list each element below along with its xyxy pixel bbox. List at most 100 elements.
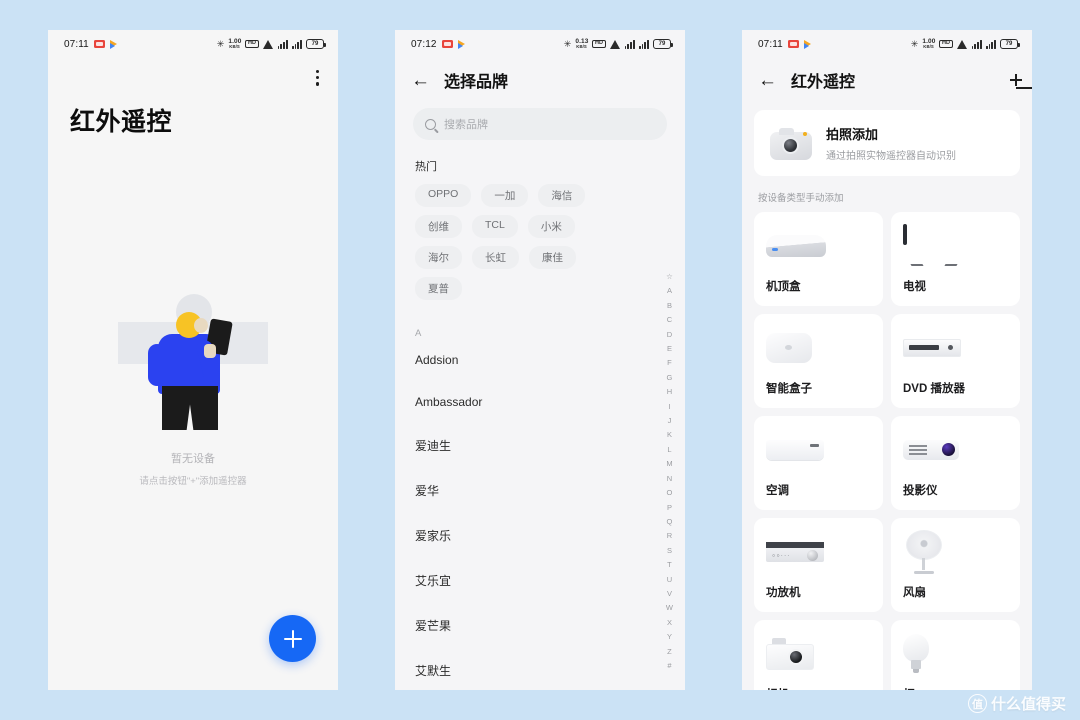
battery-indicator: 79 (653, 39, 673, 49)
play-store-icon (803, 40, 811, 49)
alpha-index-entry[interactable]: F (667, 356, 672, 370)
signal-icon-1 (624, 39, 635, 49)
device-tile-label: 机顶盒 (766, 281, 801, 293)
brand-section-header: A (415, 328, 422, 339)
device-tile-fan[interactable]: 风扇 (891, 518, 1020, 612)
alpha-index-entry[interactable]: E (667, 342, 672, 356)
photo-add-subtitle: 通过拍照实物遥控器自动识别 (826, 151, 956, 162)
bluetooth-icon: ✳ (216, 38, 225, 49)
device-tile-set-top-box[interactable]: 机顶盒 (754, 212, 883, 306)
brand-chip[interactable]: 海信 (538, 184, 586, 207)
device-tile-light[interactable]: 灯 (891, 620, 1020, 690)
status-bar-left: 07:12 (411, 39, 465, 50)
nav-title: 红外遥控 (791, 74, 856, 91)
alpha-index-entry[interactable]: R (667, 529, 672, 543)
alpha-index-entry[interactable]: Y (667, 630, 672, 644)
back-arrow-icon[interactable]: ← (411, 71, 430, 90)
watermark: 值 什么值得买 (967, 693, 1066, 714)
network-speed-unit: KB/S (576, 44, 588, 49)
device-tile-smart-box[interactable]: 智能盒子 (754, 314, 883, 408)
set-top-box-icon (766, 224, 871, 268)
signal-icon-1 (971, 39, 982, 49)
status-bar-right: ✳ 0.13 KB/S HD 79 (563, 38, 673, 50)
device-tile-label: 电视 (903, 281, 926, 293)
bluetooth-icon: ✳ (563, 38, 572, 49)
brand-chip[interactable]: 创维 (415, 215, 462, 238)
phone-panel-brand-select: 07:12 ✳ 0.13 KB/S HD 79 ← 选择品牌 搜索品牌 热门 O… (395, 30, 685, 690)
device-tile-amplifier[interactable]: ○○··· 功放机 (754, 518, 883, 612)
hd-voice-icon: HD (939, 39, 953, 49)
list-item[interactable]: 爱芒果 (395, 603, 685, 648)
phone-panel-add-device: 07:11 ✳ 1.00 KB/S HD 79 ← 红外遥控 拍照添加 通过拍照… (742, 30, 1032, 690)
device-tile-dvd-player[interactable]: DVD 播放器 (891, 314, 1020, 408)
alpha-index-entry[interactable]: K (667, 428, 672, 442)
list-item[interactable]: 爱迪生 (395, 423, 685, 468)
alpha-index-entry[interactable]: M (666, 457, 672, 471)
projector-icon (903, 428, 1008, 472)
alpha-index-entry[interactable]: J (668, 414, 672, 428)
search-input[interactable]: 搜索品牌 (413, 108, 667, 140)
status-bar-right: ✳ 1.00 KB/S HD 79 (910, 38, 1020, 50)
alpha-index-entry[interactable]: I (668, 400, 670, 414)
brand-chip[interactable]: TCL (472, 215, 518, 238)
camera-icon (770, 126, 812, 160)
alpha-index-entry[interactable]: N (667, 472, 672, 486)
light-bulb-icon (903, 632, 1008, 676)
alpha-index-entry[interactable]: X (667, 616, 672, 630)
list-item[interactable]: 艾乐宜 (395, 558, 685, 603)
signal-icon-2 (985, 39, 996, 49)
alpha-index-entry[interactable]: S (667, 544, 672, 558)
brand-chip[interactable]: 一加 (481, 184, 529, 207)
play-store-icon (109, 40, 117, 49)
device-tile-air-conditioner[interactable]: 空调 (754, 416, 883, 510)
list-item[interactable]: 爱华 (395, 468, 685, 513)
brand-chip[interactable]: 康佳 (529, 246, 576, 269)
alpha-index-entry[interactable]: D (667, 328, 672, 342)
status-time: 07:11 (758, 38, 783, 50)
device-tile-camera[interactable]: 相机 (754, 620, 883, 690)
hd-voice-icon: HD (592, 39, 606, 49)
alpha-index-entry[interactable]: Z (667, 645, 672, 659)
alpha-index-entry[interactable]: Q (667, 515, 673, 529)
network-speed-indicator: 0.13 KB/S (575, 38, 588, 50)
photo-add-card[interactable]: 拍照添加 通过拍照实物遥控器自动识别 (754, 110, 1020, 176)
alpha-index-entry[interactable]: V (667, 587, 672, 601)
alphabet-index[interactable]: ☆ A B C D E F G H I J K L M N O P Q R S … (666, 270, 673, 673)
alpha-index-entry[interactable]: P (667, 501, 672, 515)
device-tile-projector[interactable]: 投影仪 (891, 416, 1020, 510)
alpha-index-entry[interactable]: O (667, 486, 673, 500)
device-tile-label: 相机 (766, 686, 871, 690)
brand-chip[interactable]: OPPO (415, 184, 472, 207)
overflow-menu-icon[interactable] (316, 70, 320, 86)
add-remote-fab[interactable] (269, 615, 316, 662)
alpha-index-entry[interactable]: # (667, 659, 671, 673)
brand-chip[interactable]: 长虹 (472, 246, 519, 269)
alpha-index-entry[interactable]: W (666, 601, 673, 615)
alpha-index-entry[interactable]: U (667, 573, 672, 587)
device-tile-label: 灯 (903, 686, 1008, 690)
alpha-index-entry[interactable]: C (667, 313, 672, 327)
dvd-player-icon (903, 326, 1008, 370)
app-bar (48, 58, 338, 86)
alpha-index-entry[interactable]: H (667, 385, 672, 399)
brand-chip[interactable]: 小米 (527, 215, 575, 238)
list-item[interactable]: 艾默生 (395, 648, 685, 690)
wifi-icon (262, 39, 274, 49)
list-item[interactable]: Ambassador (395, 381, 685, 423)
list-item[interactable]: 爱家乐 (395, 513, 685, 558)
network-speed-unit: KB/S (229, 44, 241, 49)
alpha-index-entry[interactable]: ☆ (666, 270, 673, 284)
alpha-index-entry[interactable]: L (667, 443, 671, 457)
empty-state-illustration (118, 282, 268, 432)
device-tile-tv[interactable]: 电视 (891, 212, 1020, 306)
notification-badge-icon (441, 40, 453, 48)
alpha-index-entry[interactable]: G (667, 371, 673, 385)
alpha-index-entry[interactable]: A (667, 284, 672, 298)
list-item[interactable]: Addsion (395, 339, 685, 381)
brand-chip[interactable]: 夏普 (415, 277, 462, 300)
back-arrow-icon[interactable]: ← (758, 71, 777, 90)
alpha-index-entry[interactable]: T (667, 558, 672, 572)
brand-chip[interactable]: 海尔 (415, 246, 462, 269)
bluetooth-icon: ✳ (910, 38, 919, 49)
alpha-index-entry[interactable]: B (667, 299, 672, 313)
